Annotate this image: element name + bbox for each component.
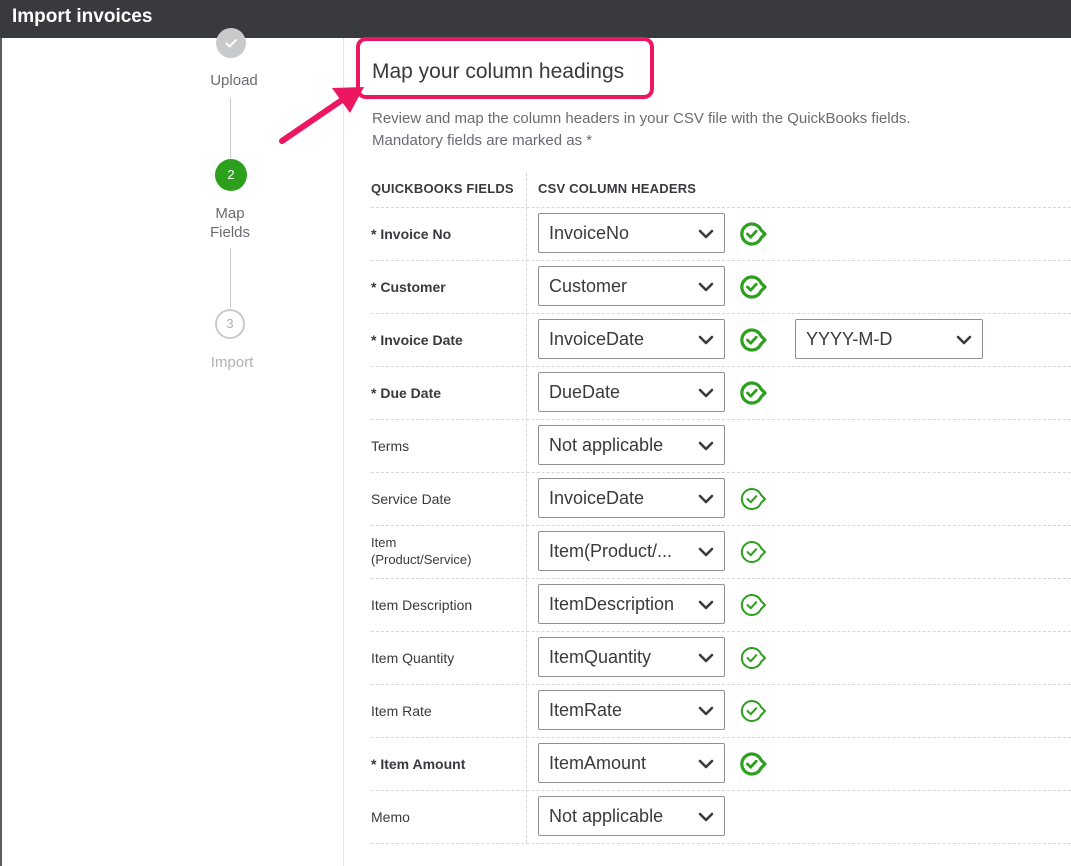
field-label: Item (Product/Service) (371, 534, 471, 568)
mapped-check-icon (739, 484, 769, 514)
table-row: Terms Not applicable (371, 419, 1071, 472)
csv-header-select-value: Item(Product/... (549, 541, 673, 561)
chevron-down-icon (698, 227, 714, 239)
description-line2: Mandatory fields are marked as * (372, 132, 593, 149)
mapped-check-icon (739, 325, 769, 355)
mapped-check-icon (739, 749, 769, 779)
csv-header-select[interactable]: ItemQuantity (538, 637, 725, 677)
title-bar: Import invoices (0, 0, 1071, 38)
table-row: * Customer Customer (371, 260, 1071, 313)
csv-header-select-value: ItemAmount (549, 753, 647, 773)
step-import-number: 3 (215, 309, 245, 339)
field-label: Item Description (371, 597, 473, 613)
page-description: Review and map the column headers in you… (372, 108, 1052, 152)
table-row: Item Description ItemDescription (371, 578, 1071, 631)
panel-divider (343, 38, 344, 866)
page-heading: Map your column headings (372, 60, 625, 83)
csv-header-select[interactable]: ItemAmount (538, 743, 725, 783)
mapped-check-icon (739, 537, 769, 567)
csv-header-select-value: DueDate (549, 382, 621, 402)
csv-header-select[interactable]: Not applicable (538, 425, 725, 465)
field-label: * Invoice No (371, 226, 452, 242)
step-map-fields-number: 2 (215, 159, 247, 191)
mapped-check-icon (739, 219, 769, 249)
annotation-arrow-icon (279, 87, 364, 144)
chevron-down-icon (698, 651, 714, 663)
chevron-down-icon (698, 598, 714, 610)
field-label: * Due Date (371, 385, 442, 401)
step-upload-check-icon (216, 28, 246, 58)
csv-header-select-value: InvoiceDate (549, 329, 645, 349)
table-row: * Invoice No InvoiceNo (371, 207, 1071, 260)
left-edge (0, 38, 2, 866)
chevron-down-icon (698, 545, 714, 557)
window-title: Import invoices (12, 6, 153, 27)
csv-header-select-value: InvoiceDate (549, 488, 645, 508)
csv-header-select[interactable]: Item(Product/... (538, 531, 725, 571)
csv-header-select[interactable]: ItemDescription (538, 584, 725, 624)
csv-header-select[interactable]: DueDate (538, 372, 725, 412)
field-label: Terms (371, 438, 410, 454)
chevron-down-icon (698, 386, 714, 398)
csv-header-select-value: ItemRate (549, 700, 623, 720)
mapped-check-icon (739, 378, 769, 408)
field-label-line2: (Product/Service) (371, 552, 472, 567)
date-format-value: YYYY-M-D (806, 329, 893, 349)
step-connector (230, 98, 231, 158)
chevron-down-icon (698, 810, 714, 822)
column-header-quickbooks-fields: QUICKBOOKS FIELDS (371, 181, 514, 196)
csv-header-select[interactable]: InvoiceDate (538, 319, 725, 359)
field-label: Memo (371, 809, 410, 825)
csv-header-select-value: InvoiceNo (549, 223, 630, 243)
table-row: * Item Amount ItemAmount (371, 737, 1071, 790)
table-row: * Invoice Date InvoiceDate YYYY-M-D (371, 313, 1071, 366)
csv-header-select-value: Not applicable (549, 435, 664, 455)
csv-header-select[interactable]: InvoiceDate (538, 478, 725, 518)
table-row: Item Quantity ItemQuantity (371, 631, 1071, 684)
step-connector (230, 248, 231, 308)
step-map-fields-label: Map Fields (190, 204, 270, 242)
field-label: * Item Amount (371, 756, 466, 772)
chevron-down-icon (698, 439, 714, 451)
field-label-line1: Item (371, 535, 397, 550)
csv-header-select-value: ItemDescription (549, 594, 675, 614)
table-row: Service Date InvoiceDate (371, 472, 1071, 525)
csv-header-select[interactable]: ItemRate (538, 690, 725, 730)
csv-header-select[interactable]: Customer (538, 266, 725, 306)
csv-header-select-value: ItemQuantity (549, 647, 652, 667)
step-upload-label: Upload (210, 72, 258, 89)
step-map-label-line2: Fields (209, 224, 250, 241)
mapped-check-icon (739, 272, 769, 302)
field-label: Item Rate (371, 703, 432, 719)
chevron-down-icon (698, 492, 714, 504)
chevron-down-icon (698, 280, 714, 292)
csv-header-select-value: Customer (549, 276, 628, 296)
step-import-label: Import (210, 354, 254, 371)
field-label: * Invoice Date (371, 332, 463, 348)
csv-header-select-value: Not applicable (549, 806, 664, 826)
csv-header-select[interactable]: InvoiceNo (538, 213, 725, 253)
description-line1: Review and map the column headers in you… (372, 110, 911, 127)
field-label: * Customer (371, 279, 446, 295)
csv-header-select[interactable]: Not applicable (538, 796, 725, 836)
mapped-check-icon (739, 590, 769, 620)
chevron-down-icon (698, 704, 714, 716)
chevron-down-icon (698, 333, 714, 345)
date-format-select[interactable]: YYYY-M-D (795, 319, 983, 359)
table-row: Item (Product/Service) Item(Product/... (371, 525, 1071, 578)
mapped-check-icon (739, 696, 769, 726)
column-header-csv-headers: CSV COLUMN HEADERS (538, 181, 697, 196)
table-row: Item Rate ItemRate (371, 684, 1071, 737)
table-row: Memo Not applicable (371, 790, 1071, 843)
table-row: * Due Date DueDate (371, 366, 1071, 419)
row-divider (371, 843, 1071, 844)
chevron-down-icon (956, 333, 972, 345)
field-label: Service Date (371, 491, 452, 507)
mapped-check-icon (739, 643, 769, 673)
step-map-label-line1: Map (215, 205, 245, 222)
field-label: Item Quantity (371, 650, 455, 666)
chevron-down-icon (698, 757, 714, 769)
